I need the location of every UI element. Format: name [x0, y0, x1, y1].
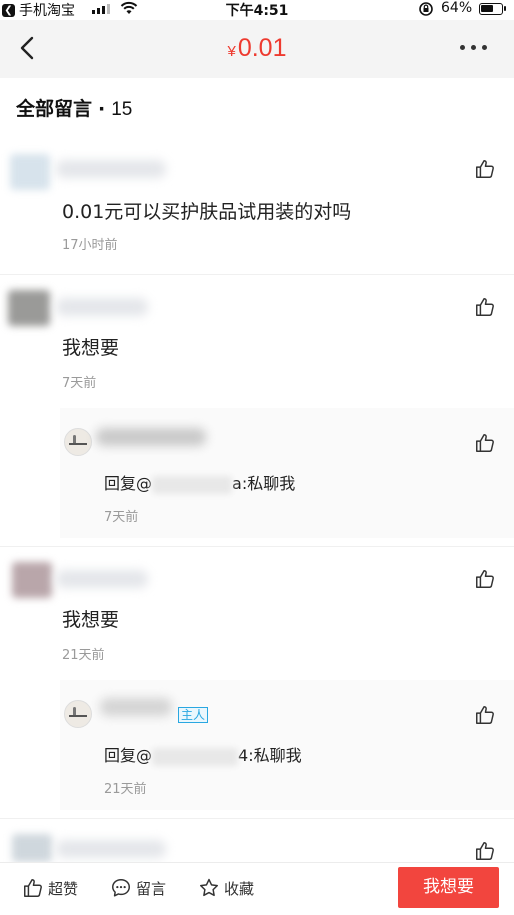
reply-username-blurred[interactable] — [96, 428, 206, 446]
comment-item: 0.01元可以买护肤品试用装的对吗 17小时前 — [0, 148, 514, 268]
rotation-lock-icon — [419, 2, 433, 16]
reply-text: 回复@ a:私聊我 — [104, 470, 295, 494]
reply-text: 回复@ 4:私聊我 — [104, 742, 302, 766]
avatar[interactable] — [12, 562, 52, 598]
section-title-text: 全部留言 — [16, 98, 93, 120]
comment-text: 我想要 — [62, 609, 120, 631]
comment-text: 0.01元可以买护肤品试用装的对吗 — [62, 201, 352, 223]
reply-time: 21天前 — [104, 782, 147, 797]
reply-suffix: a:私聊我 — [232, 474, 296, 493]
comment-item — [0, 828, 514, 862]
like-label: 超赞 — [48, 879, 79, 898]
nav-bar: ¥0.01 — [0, 20, 514, 78]
username-blurred[interactable] — [56, 160, 166, 178]
status-bar: ❮ 手机淘宝 下午4:51 64% — [0, 0, 514, 20]
battery-percent: 64% — [441, 0, 473, 16]
like-action[interactable]: 超赞 — [22, 877, 78, 899]
section-title: 全部留言 · 15 — [16, 94, 132, 121]
comment-text: 我想要 — [62, 337, 120, 359]
reply-avatar[interactable] — [64, 700, 92, 728]
favorite-action[interactable]: 收藏 — [198, 877, 254, 899]
username-blurred[interactable] — [56, 298, 148, 316]
item-price: ¥0.01 — [0, 34, 514, 63]
currency-symbol: ¥ — [227, 43, 236, 60]
want-button[interactable]: 我想要 — [398, 867, 499, 908]
avatar[interactable] — [8, 290, 50, 326]
thumbs-up-icon — [24, 879, 42, 897]
username-blurred[interactable] — [56, 840, 166, 858]
divider — [0, 274, 514, 275]
owner-badge: 主人 — [178, 707, 209, 723]
more-dots-icon[interactable] — [460, 45, 487, 50]
comment-item: 我想要 7天前 — [0, 286, 514, 396]
reply-time: 7天前 — [104, 510, 139, 525]
thumbs-up-icon[interactable] — [474, 432, 496, 454]
comment-time: 17小时前 — [62, 238, 118, 253]
mention-blurred — [152, 747, 239, 766]
reply-avatar[interactable] — [64, 428, 92, 456]
comment-count: 15 — [111, 99, 133, 120]
divider — [0, 546, 514, 547]
avatar[interactable] — [10, 154, 50, 190]
thumbs-up-icon[interactable] — [474, 568, 496, 590]
reply-item: 回复@ a:私聊我 7天前 — [60, 408, 514, 538]
thumbs-up-icon[interactable] — [474, 158, 496, 180]
comment-time: 7天前 — [62, 376, 97, 391]
username-blurred[interactable] — [56, 570, 148, 588]
battery-icon — [479, 3, 506, 15]
comment-time: 21天前 — [62, 648, 105, 663]
comment-item: 我想要 21天前 — [0, 558, 514, 668]
comment-action[interactable]: 留言 — [110, 877, 166, 899]
avatar[interactable] — [12, 834, 52, 862]
reply-prefix: 回复@ — [104, 746, 153, 765]
favorite-label: 收藏 — [224, 879, 255, 898]
reply-suffix: 4:私聊我 — [238, 746, 302, 765]
divider — [0, 818, 514, 819]
reply-prefix: 回复@ — [104, 474, 153, 493]
thumbs-up-icon[interactable] — [474, 840, 496, 862]
battery-fill — [481, 5, 493, 12]
thumbs-up-icon[interactable] — [474, 296, 496, 318]
status-time: 下午4:51 — [225, 3, 289, 19]
comment-label: 留言 — [136, 879, 167, 898]
mention-blurred — [152, 475, 233, 494]
star-icon — [200, 878, 218, 897]
section-separator: · — [98, 98, 106, 120]
reply-item: 主人 回复@ 4:私聊我 21天前 — [60, 680, 514, 810]
reply-username-blurred[interactable] — [100, 698, 172, 716]
thumbs-up-icon[interactable] — [474, 704, 496, 726]
price-value: 0.01 — [237, 34, 287, 62]
bottom-action-bar: 超赞 留言 收藏 我想要 — [0, 862, 514, 915]
comment-bubble-icon — [112, 879, 130, 897]
